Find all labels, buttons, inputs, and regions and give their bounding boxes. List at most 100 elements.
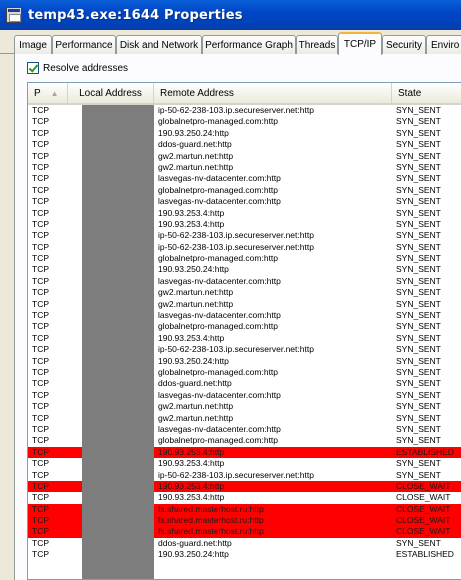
remote-address-cell: 190.93.253.4:http [158,207,225,218]
state-cell: SYN_SENT [396,196,441,207]
remote-address-cell: 190.93.253.4:http [158,458,225,469]
protocol-cell: TCP [32,184,49,195]
remote-address-cell: fs.shared.masterhost.ru:http [158,526,264,537]
protocol-cell: TCP [32,515,49,526]
state-cell: SYN_SENT [396,458,441,469]
protocol-cell: TCP [32,218,49,229]
protocol-cell: TCP [32,241,49,252]
state-cell: SYN_SENT [396,218,441,229]
remote-address-cell: lasvegas-nv-datacenter.com:http [158,196,281,207]
protocol-cell: TCP [32,196,49,207]
remote-address-cell: 190.93.253.4:http [158,492,225,503]
protocol-cell: TCP [32,332,49,343]
state-cell: CLOSE_WAIT [396,492,451,503]
state-cell: SYN_SENT [396,161,441,172]
protocol-cell: TCP [32,116,49,127]
remote-address-cell: ddos-guard.net:http [158,139,232,150]
remote-address-cell: globalnetpro-managed.com:http [158,253,279,264]
protocol-cell: TCP [32,492,49,503]
state-cell: SYN_SENT [396,298,441,309]
protocol-cell: TCP [32,458,49,469]
remote-address-cell: globalnetpro-managed.com:http [158,184,279,195]
connections-table[interactable]: P ▲ Local Address Remote Address State T… [27,82,461,580]
column-header-state[interactable]: State [392,83,461,103]
state-cell: SYN_SENT [396,423,441,434]
state-cell: SYN_SENT [396,412,441,423]
remote-address-cell: lasvegas-nv-datacenter.com:http [158,173,281,184]
remote-address-cell: 190.93.253.4:http [158,446,225,457]
state-cell: ESTABLISHED [396,446,454,457]
protocol-cell: TCP [32,480,49,491]
state-cell: CLOSE_WAIT [396,526,451,537]
state-cell: ESTABLISHED [396,549,454,560]
state-cell: SYN_SENT [396,378,441,389]
state-cell: SYN_SENT [396,469,441,480]
state-cell: SYN_SENT [396,230,441,241]
protocol-cell: TCP [32,389,49,400]
state-cell: SYN_SENT [396,127,441,138]
state-cell: SYN_SENT [396,105,441,115]
protocol-cell: TCP [32,549,49,560]
remote-address-cell: fs.shared.masterhost.ru:http [158,503,264,514]
remote-address-cell: ip-50-62-238-103.ip.secureserver.net:htt… [158,241,314,252]
tab-strip: Image Performance Disk and Network Perfo… [0,30,461,55]
protocol-cell: TCP [32,173,49,184]
tab-environment[interactable]: Enviro [426,35,461,54]
state-cell: SYN_SENT [396,184,441,195]
tab-performance-graph[interactable]: Performance Graph [202,35,296,54]
protocol-cell: TCP [32,161,49,172]
remote-address-cell: 190.93.253.4:http [158,332,225,343]
tab-tcpip[interactable]: TCP/IP [338,32,382,55]
protocol-cell: TCP [32,139,49,150]
remote-address-cell: globalnetpro-managed.com:http [158,321,279,332]
state-cell: SYN_SENT [396,401,441,412]
remote-address-cell: 190.93.253.4:http [158,480,225,491]
state-cell: SYN_SENT [396,116,441,127]
remote-address-cell: fs.shared.masterhost.ru:http [158,515,264,526]
resolve-addresses-checkbox[interactable] [27,62,39,74]
state-cell: CLOSE_WAIT [396,503,451,514]
tab-image[interactable]: Image [14,35,52,54]
state-cell: SYN_SENT [396,207,441,218]
state-cell: CLOSE_WAIT [396,515,451,526]
protocol-cell: TCP [32,275,49,286]
remote-address-cell: lasvegas-nv-datacenter.com:http [158,389,281,400]
protocol-cell: TCP [32,344,49,355]
title-bar[interactable]: temp43.exe:1644 Properties [0,0,461,30]
tab-threads[interactable]: Threads [296,35,338,54]
state-cell: CLOSE_WAIT [396,480,451,491]
remote-address-cell: 190.93.250.24:http [158,355,229,366]
protocol-cell: TCP [32,127,49,138]
state-cell: SYN_SENT [396,332,441,343]
remote-address-cell: lasvegas-nv-datacenter.com:http [158,275,281,286]
protocol-cell: TCP [32,537,49,548]
column-header-remote-address[interactable]: Remote Address [154,83,392,103]
tcpip-panel: Resolve addresses P ▲ Local Address Remo… [14,54,461,580]
protocol-cell: TCP [32,423,49,434]
remote-address-cell: globalnetpro-managed.com:http [158,116,279,127]
state-cell: SYN_SENT [396,389,441,400]
remote-address-cell: ip-50-62-238-103.ip.secureserver.net:htt… [158,344,314,355]
state-cell: SYN_SENT [396,275,441,286]
protocol-cell: TCP [32,503,49,514]
tab-security[interactable]: Security [382,35,426,54]
remote-address-cell: lasvegas-nv-datacenter.com:http [158,310,281,321]
resolve-addresses-row[interactable]: Resolve addresses [27,62,128,74]
remote-address-cell: gw2.martun.net:http [158,412,234,423]
protocol-cell: TCP [32,253,49,264]
state-cell: SYN_SENT [396,150,441,161]
protocol-cell: TCP [32,264,49,275]
state-cell: SYN_SENT [396,264,441,275]
protocol-cell: TCP [32,310,49,321]
column-header-proto[interactable]: P ▲ [28,83,68,103]
tab-disk-and-network[interactable]: Disk and Network [116,35,202,54]
protocol-cell: TCP [32,378,49,389]
column-header-local-address[interactable]: Local Address [68,83,154,103]
state-cell: SYN_SENT [396,344,441,355]
tab-performance[interactable]: Performance [52,35,116,54]
state-cell: SYN_SENT [396,355,441,366]
redacted-local-address-block [82,105,154,579]
protocol-cell: TCP [32,287,49,298]
protocol-cell: TCP [32,298,49,309]
protocol-cell: TCP [32,230,49,241]
